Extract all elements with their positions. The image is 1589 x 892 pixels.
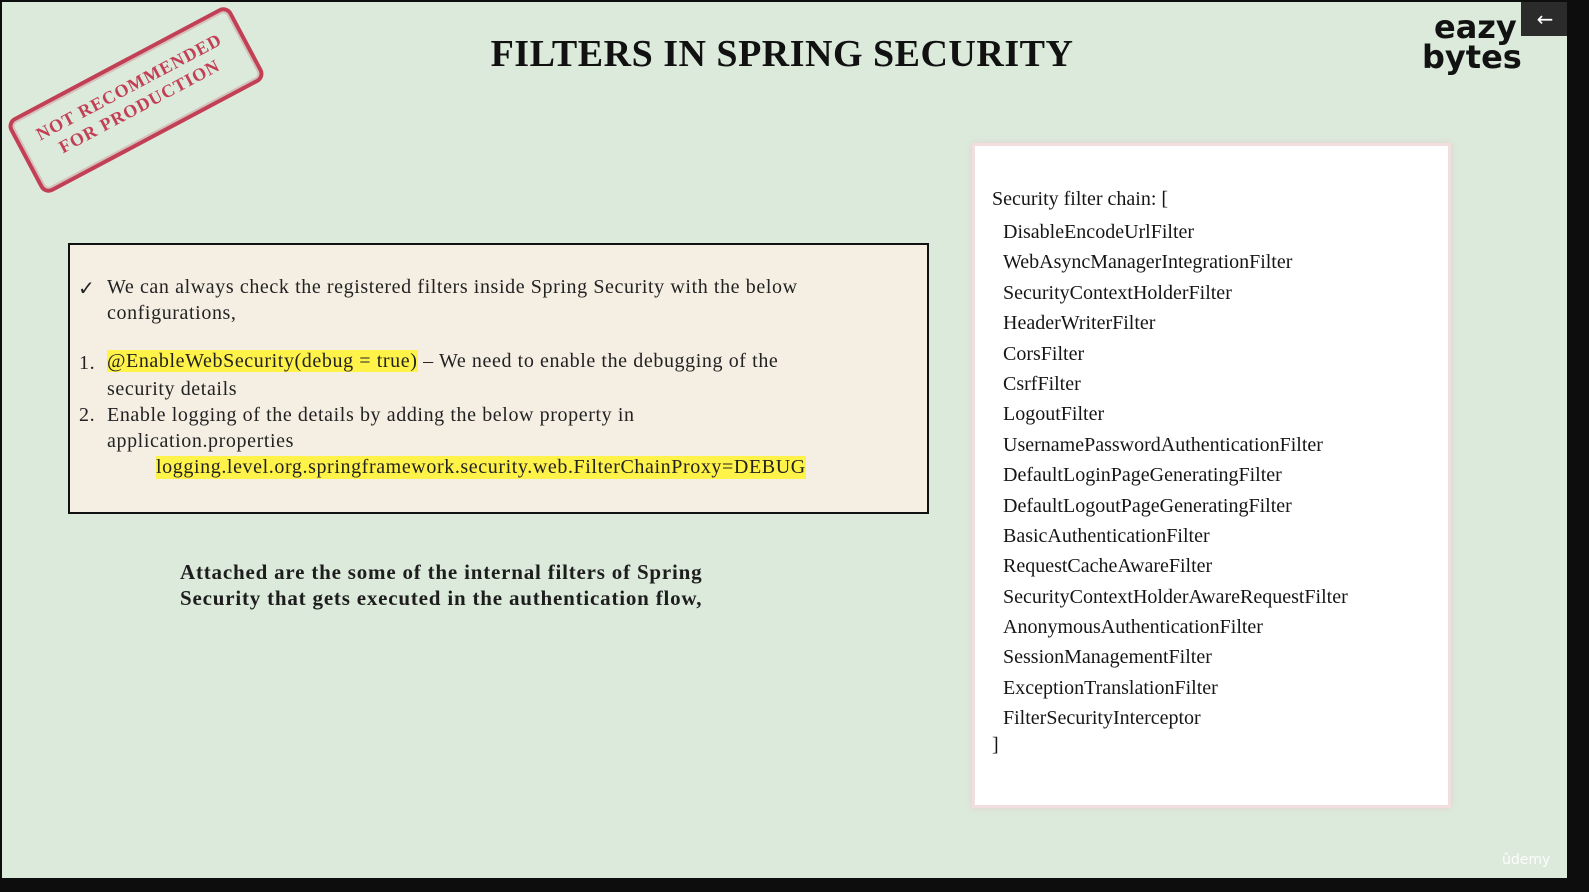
filter-item: RequestCacheAwareFilter bbox=[1003, 555, 1213, 578]
filter-item: FilterSecurityInterceptor bbox=[1003, 707, 1201, 730]
filter-item: DefaultLoginPageGeneratingFilter bbox=[1003, 464, 1282, 487]
filter-item: CsrfFilter bbox=[1003, 372, 1081, 395]
filter-item: SecurityContextHolderFilter bbox=[1003, 281, 1232, 304]
filter-item: LogoutFilter bbox=[1003, 403, 1105, 426]
logo-line2: bytes bbox=[1422, 38, 1522, 76]
check-icon: ✓ bbox=[78, 278, 96, 300]
filter-list: DisableEncodeUrlFilter WebAsyncManagerIn… bbox=[1003, 217, 1348, 734]
filter-item: AnonymousAuthenticationFilter bbox=[1003, 616, 1263, 639]
item1-line1: @EnableWebSecurity(debug = true) – We ne… bbox=[107, 350, 778, 373]
intro-line2: configurations, bbox=[107, 302, 237, 324]
filter-item: SessionManagementFilter bbox=[1003, 646, 1212, 669]
filter-item: DisableEncodeUrlFilter bbox=[1003, 221, 1195, 243]
filter-item: CorsFilter bbox=[1003, 342, 1085, 365]
caption-line1: Attached are the some of the internal fi… bbox=[180, 560, 703, 584]
logging-property: logging.level.org.springframework.securi… bbox=[156, 456, 806, 479]
arrow-left-icon: ← bbox=[1536, 7, 1554, 31]
filter-item: SecurityContextHolderAwareRequestFilter bbox=[1003, 585, 1348, 608]
slide-title: FILTERS IN SPRING SECURITY bbox=[490, 33, 1074, 75]
caption-line2: Security that gets executed in the authe… bbox=[180, 586, 703, 610]
back-button[interactable]: ← bbox=[1521, 2, 1567, 36]
enable-web-security-code: @EnableWebSecurity(debug = true) bbox=[107, 350, 418, 372]
item1-line2: security details bbox=[107, 378, 238, 400]
chain-close-bracket: ] bbox=[992, 734, 999, 756]
item1-number: 1. bbox=[79, 352, 96, 374]
item2-line1: Enable logging of the details by adding … bbox=[107, 404, 635, 426]
filter-item: ExceptionTranslationFilter bbox=[1003, 676, 1218, 699]
filter-item: BasicAuthenticationFilter bbox=[1003, 524, 1210, 547]
info-box: ✓ We can always check the registered fil… bbox=[68, 243, 929, 514]
intro-line1: We can always check the registered filte… bbox=[107, 276, 798, 298]
eazybytes-logo: eazy bytes bbox=[1422, 11, 1532, 76]
filter-chain-panel: Security filter chain: [ DisableEncodeUr… bbox=[975, 146, 1448, 805]
caption: Attached are the some of the internal fi… bbox=[180, 559, 820, 611]
filter-item: HeaderWriterFilter bbox=[1003, 312, 1156, 335]
item2-line2: application.properties bbox=[107, 430, 295, 452]
udemy-watermark: ûdemy bbox=[1502, 852, 1551, 868]
item1-text: – We need to enable the debugging of the bbox=[423, 350, 779, 372]
filter-item: UsernamePasswordAuthenticationFilter bbox=[1003, 433, 1323, 456]
chain-header: Security filter chain: [ bbox=[992, 188, 1169, 210]
filter-item: DefaultLogoutPageGeneratingFilter bbox=[1003, 494, 1292, 517]
item2-number: 2. bbox=[79, 404, 96, 426]
filter-item: WebAsyncManagerIntegrationFilter bbox=[1003, 251, 1293, 274]
slide: NOT RECOMMENDED FOR PRODUCTION FILTERS I… bbox=[2, 2, 1567, 878]
